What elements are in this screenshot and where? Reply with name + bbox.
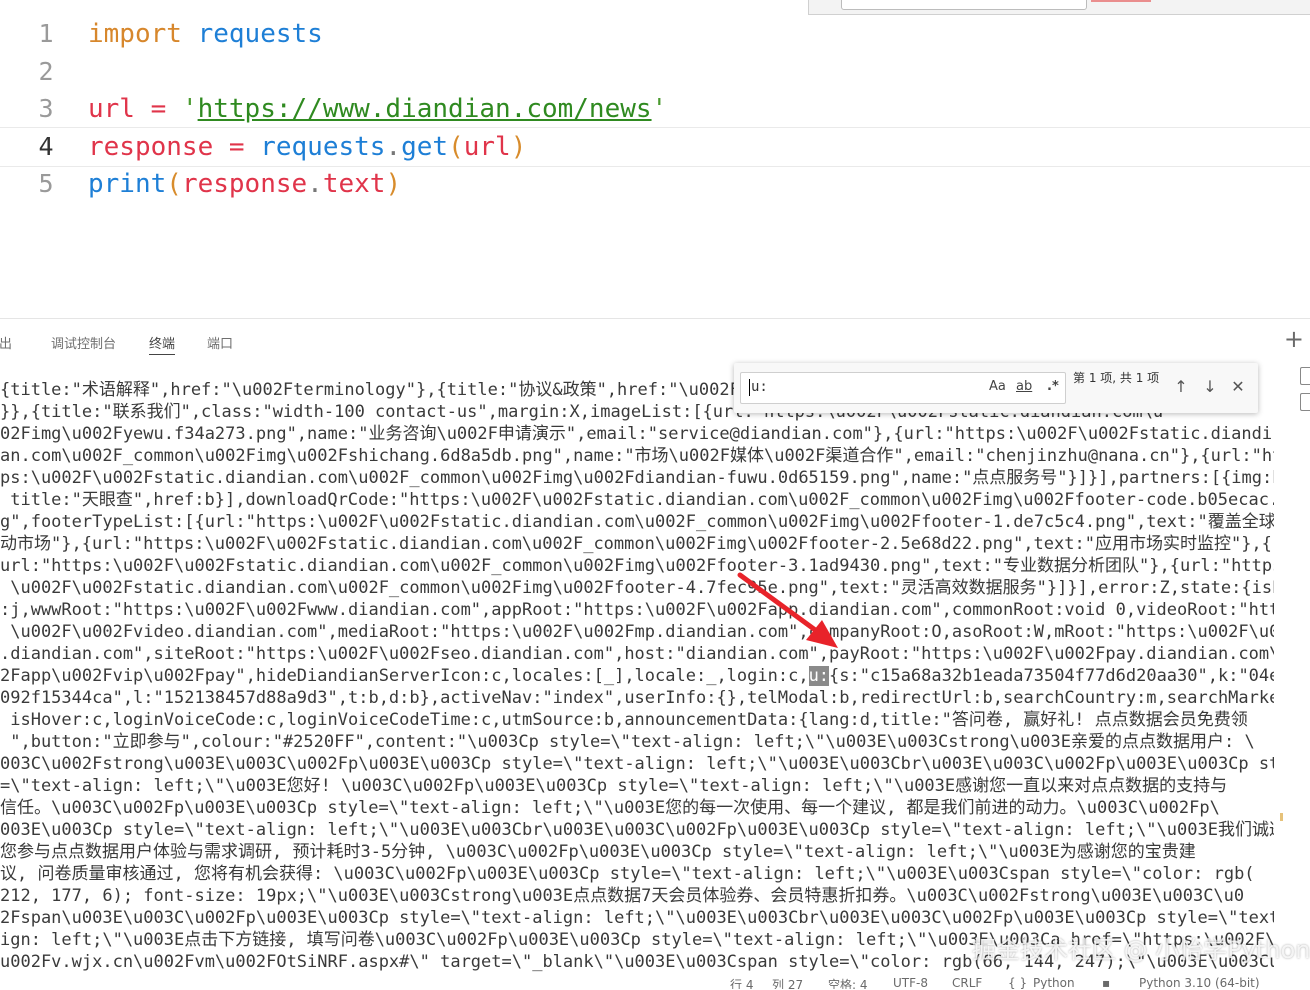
variable-url: url	[88, 94, 135, 124]
function-get: get	[401, 132, 449, 162]
code-line-2[interactable]: 2	[0, 53, 1310, 91]
terminal-line: isHover:c,loginVoiceCode:c,loginVoiceCod…	[0, 710, 1248, 730]
find-input[interactable]: u: Aa ab .*	[740, 372, 1066, 404]
paren-close: )	[510, 132, 527, 162]
status-interpreter[interactable]: Python 3.10 (64-bit)	[1139, 976, 1260, 989]
scrollbar-match-marker	[1280, 813, 1283, 821]
line-number: 3	[38, 94, 54, 123]
string-quote: '	[181, 94, 198, 124]
paren-open: (	[166, 169, 182, 199]
terminal-line: 003E\u003Cp style=\"text-align: left;\"\…	[0, 820, 1274, 840]
keyword-import: import	[88, 19, 182, 49]
terminal-line: 2Fspan\u003E\u003C\u002Fp\u003E\u003Cp s…	[0, 908, 1274, 928]
line-number: 1	[38, 19, 54, 48]
line-number: 5	[38, 169, 54, 198]
top-widget-input[interactable]	[841, 0, 1087, 10]
terminal-line: u002Fv.wjx.cn\u002Fvm\u002FOtSiNRF.aspx#…	[0, 952, 1274, 972]
paren-open: (	[448, 132, 464, 162]
terminal-line: url:"https:\u002F\u002Fstatic.diandian.c…	[0, 556, 1274, 576]
terminal-line: g",footerTypeList:[{url:"https:\u002F\u0…	[0, 512, 1274, 532]
assign-operator: =	[150, 94, 167, 124]
terminal-line: ps:\u002F\u002Fstatic.diandian.com\u002F…	[0, 468, 1274, 488]
top-search-widget	[808, 0, 1310, 15]
terminal-line: 2Fapp\u002Fvip\u002Fpay",hideDiandianSer…	[0, 665, 1274, 687]
terminal-line: \u002F\u002Fvideo.diandian.com",mediaRoo…	[0, 622, 1274, 642]
dot: .	[307, 169, 323, 199]
next-match-icon[interactable]: ↓	[1200, 377, 1220, 397]
string-quote: '	[651, 94, 668, 124]
tab-ports[interactable]: 端口	[207, 333, 233, 352]
status-eol[interactable]: CRLF	[952, 976, 982, 989]
line-number: 4	[38, 132, 54, 161]
close-icon[interactable]: ✕	[1228, 377, 1248, 397]
status-column[interactable]: 列 27	[772, 976, 803, 989]
terminal-line: ign: left;\"\u003E点击下方链接, 填写问卷\u003C\u00…	[0, 930, 1274, 950]
terminal-line: 动市场"},{url:"https:\u002F\u002Fstatic.dia…	[0, 534, 1272, 554]
add-terminal-icon[interactable]: +	[1284, 327, 1304, 351]
whole-word-toggle[interactable]: ab	[1016, 379, 1032, 394]
terminal-line: .diandian.com",siteRoot:"https:\u002F\u0…	[0, 644, 1274, 664]
terminal-find-widget: u: Aa ab .* 第 1 项, 共 1 项 ↑ ↓ ✕	[734, 363, 1258, 413]
status-bar-item[interactable]: ▪	[1102, 976, 1110, 989]
terminal-line: :j,wwwRoot:"https:\u002F\u002Fwww.diandi…	[0, 600, 1274, 620]
code-line-1[interactable]: 1 import requests	[0, 15, 1310, 53]
module-name: requests	[260, 132, 386, 162]
code-line-4[interactable]: 4 response = requests.get(url)	[0, 127, 1310, 167]
function-print: print	[88, 169, 167, 199]
find-result-count: 第 1 项, 共 1 项	[1073, 371, 1160, 385]
terminal-line: =\"text-align: left;\"\u003E您好! \u003C\u…	[0, 776, 1228, 796]
attribute-text: text	[322, 169, 386, 199]
language-braces-icon[interactable]: { }	[1008, 976, 1027, 989]
line-number: 2	[38, 57, 54, 86]
module-name: requests	[197, 19, 323, 49]
paren-close: )	[385, 169, 402, 199]
terminal-line-text: 2Fapp\u002Fvip\u002Fpay",hideDiandianSer…	[0, 666, 809, 686]
status-indentation[interactable]: 空格: 4	[828, 976, 868, 989]
tab-output[interactable]: 输出	[0, 333, 12, 352]
status-encoding[interactable]: UTF-8	[893, 976, 928, 989]
terminal-line: 您参与点点数据用户体验与需求调研, 预计耗时3-5分钟, \u003C\u002…	[0, 842, 1196, 862]
kill-terminal-icon[interactable]	[1300, 393, 1310, 411]
terminal-line: \u002F\u002Fstatic.diandian.com\u002F_co…	[0, 578, 1274, 598]
status-row[interactable]: 行 4	[730, 976, 753, 989]
terminal-line: 议, 问卷质量审核通过, 您将有机会获得: \u003C\u002Fp\u003…	[0, 864, 1255, 884]
terminal-output[interactable]: {title:"术语解释",href:"\u002Fterminology"},…	[0, 375, 1274, 975]
bottom-panel: 输出 调试控制台 终端 端口 + {title:"术语解释",href:"\u0…	[0, 318, 1310, 990]
tab-debug-console[interactable]: 调试控制台	[51, 333, 116, 352]
status-language[interactable]: Python	[1033, 976, 1075, 989]
object-response: response	[181, 169, 308, 199]
top-widget-red-label	[1091, 0, 1151, 2]
code-editor[interactable]: 1 import requests 2 3 url = 'https://www…	[0, 0, 1310, 318]
split-terminal-icon[interactable]	[1300, 367, 1310, 385]
tab-terminal[interactable]: 终端	[149, 333, 176, 355]
terminal-line: 003C\u002Fstrong\u003E\u003C\u002Fp\u003…	[0, 754, 1274, 774]
terminal-line-tail: {s:"c15a68a32b1eada73504f77d6d20aa30",k:…	[829, 666, 1274, 686]
find-query: u:	[749, 379, 768, 396]
panel-tabs: 输出 调试控制台 终端 端口 +	[0, 319, 1310, 363]
code-line-5[interactable]: 5 print(response.text)	[0, 165, 1310, 203]
status-bar: 行 4 列 27 空格: 4 UTF-8 CRLF { } Python ▪ P…	[0, 974, 1310, 989]
terminal-line: an.com\u002F_common\u002Fimg\u002Fshicha…	[0, 446, 1274, 466]
assign-operator: =	[228, 132, 245, 162]
terminal-line: 02Fimg\u002Fyewu.f34a273.png",name:"业务咨询…	[0, 424, 1273, 444]
argument-url: url	[463, 132, 511, 162]
terminal-line: 信任。\u003C\u002Fp\u003E\u003Cp style=\"te…	[0, 798, 1220, 818]
terminal-line: {title:"术语解释",href:"\u002Fterminology"},…	[0, 380, 740, 400]
previous-match-icon[interactable]: ↑	[1171, 377, 1191, 397]
search-match-highlight: u:	[808, 666, 830, 686]
terminal-side-toolbar	[1300, 367, 1310, 419]
terminal-line: 212, 177, 6); font-size: 19px;\"\u003E\u…	[0, 886, 1245, 906]
terminal-line: ",button:"立即参与",colour:"#2520FF",content…	[0, 732, 1255, 752]
dot: .	[385, 132, 402, 162]
match-case-toggle[interactable]: Aa	[989, 379, 1006, 394]
regex-toggle[interactable]: .*	[1047, 379, 1059, 394]
variable-response: response	[88, 132, 214, 162]
terminal-line: 092f15344ca",l:"152138457d88a9d3",t:b,d:…	[0, 688, 1274, 708]
terminal-line: title:"天眼查",href:b}],downloadQrCode:"htt…	[0, 490, 1274, 510]
url-string[interactable]: https://www.diandian.com/news	[198, 94, 652, 124]
code-line-3[interactable]: 3 url = 'https://www.diandian.com/news'	[0, 90, 1310, 128]
